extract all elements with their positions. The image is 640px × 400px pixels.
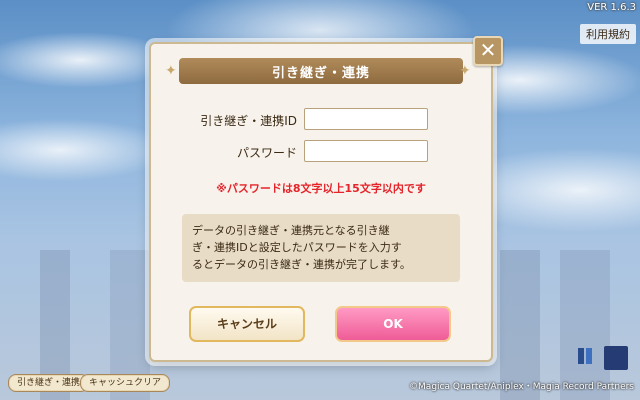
close-button[interactable]: ✕ [473,36,503,66]
info-line: データの引き継ぎ・連携元となる引き継 [192,224,390,237]
password-row: パスワード [151,140,491,164]
cancel-button[interactable]: キャンセル [189,306,305,342]
dialog-title-bar: ✦ 引き継ぎ・連携 ✦ [165,58,471,84]
close-icon: ✕ [479,38,497,62]
password-label: パスワード [236,146,297,160]
id-label: 引き継ぎ・連携ID [200,114,297,128]
info-line: るとデータの引き継ぎ・連携が完了します。 [192,258,411,271]
ornament-right-icon: ✦ [459,63,471,79]
info-line: ぎ・連携IDと設定したパスワードを入力す [192,241,402,254]
ok-button[interactable]: OK [335,306,451,342]
cache-clear-button[interactable]: キャッシュクリア [80,374,171,392]
info-box: データの引き継ぎ・連携元となる引き継 ぎ・連携IDと設定したパスワードを入力す … [182,214,460,282]
transfer-button[interactable]: 引き継ぎ・連携 [8,374,90,392]
version-label: VER 1.6.3 [587,2,636,13]
transfer-dialog: ✦ 引き継ぎ・連携 ✦ ✕ 引き継ぎ・連携ID パスワード ※パスワードは8文字… [149,36,503,362]
ornament-left-icon: ✦ [165,63,177,79]
password-warning: ※パスワードは8文字以上15文字以内です [216,182,426,195]
copyright-text: ©Magica Quartet/Aniplex・Magia Record Par… [409,382,634,392]
terms-button[interactable]: 利用規約 [580,24,636,44]
dialog-title: 引き継ぎ・連携 [271,65,370,81]
id-row: 引き継ぎ・連携ID [151,108,491,132]
company-logo-icon [578,348,592,364]
developer-logo-icon [604,346,628,370]
id-input[interactable] [304,108,428,130]
password-input[interactable] [304,140,428,162]
